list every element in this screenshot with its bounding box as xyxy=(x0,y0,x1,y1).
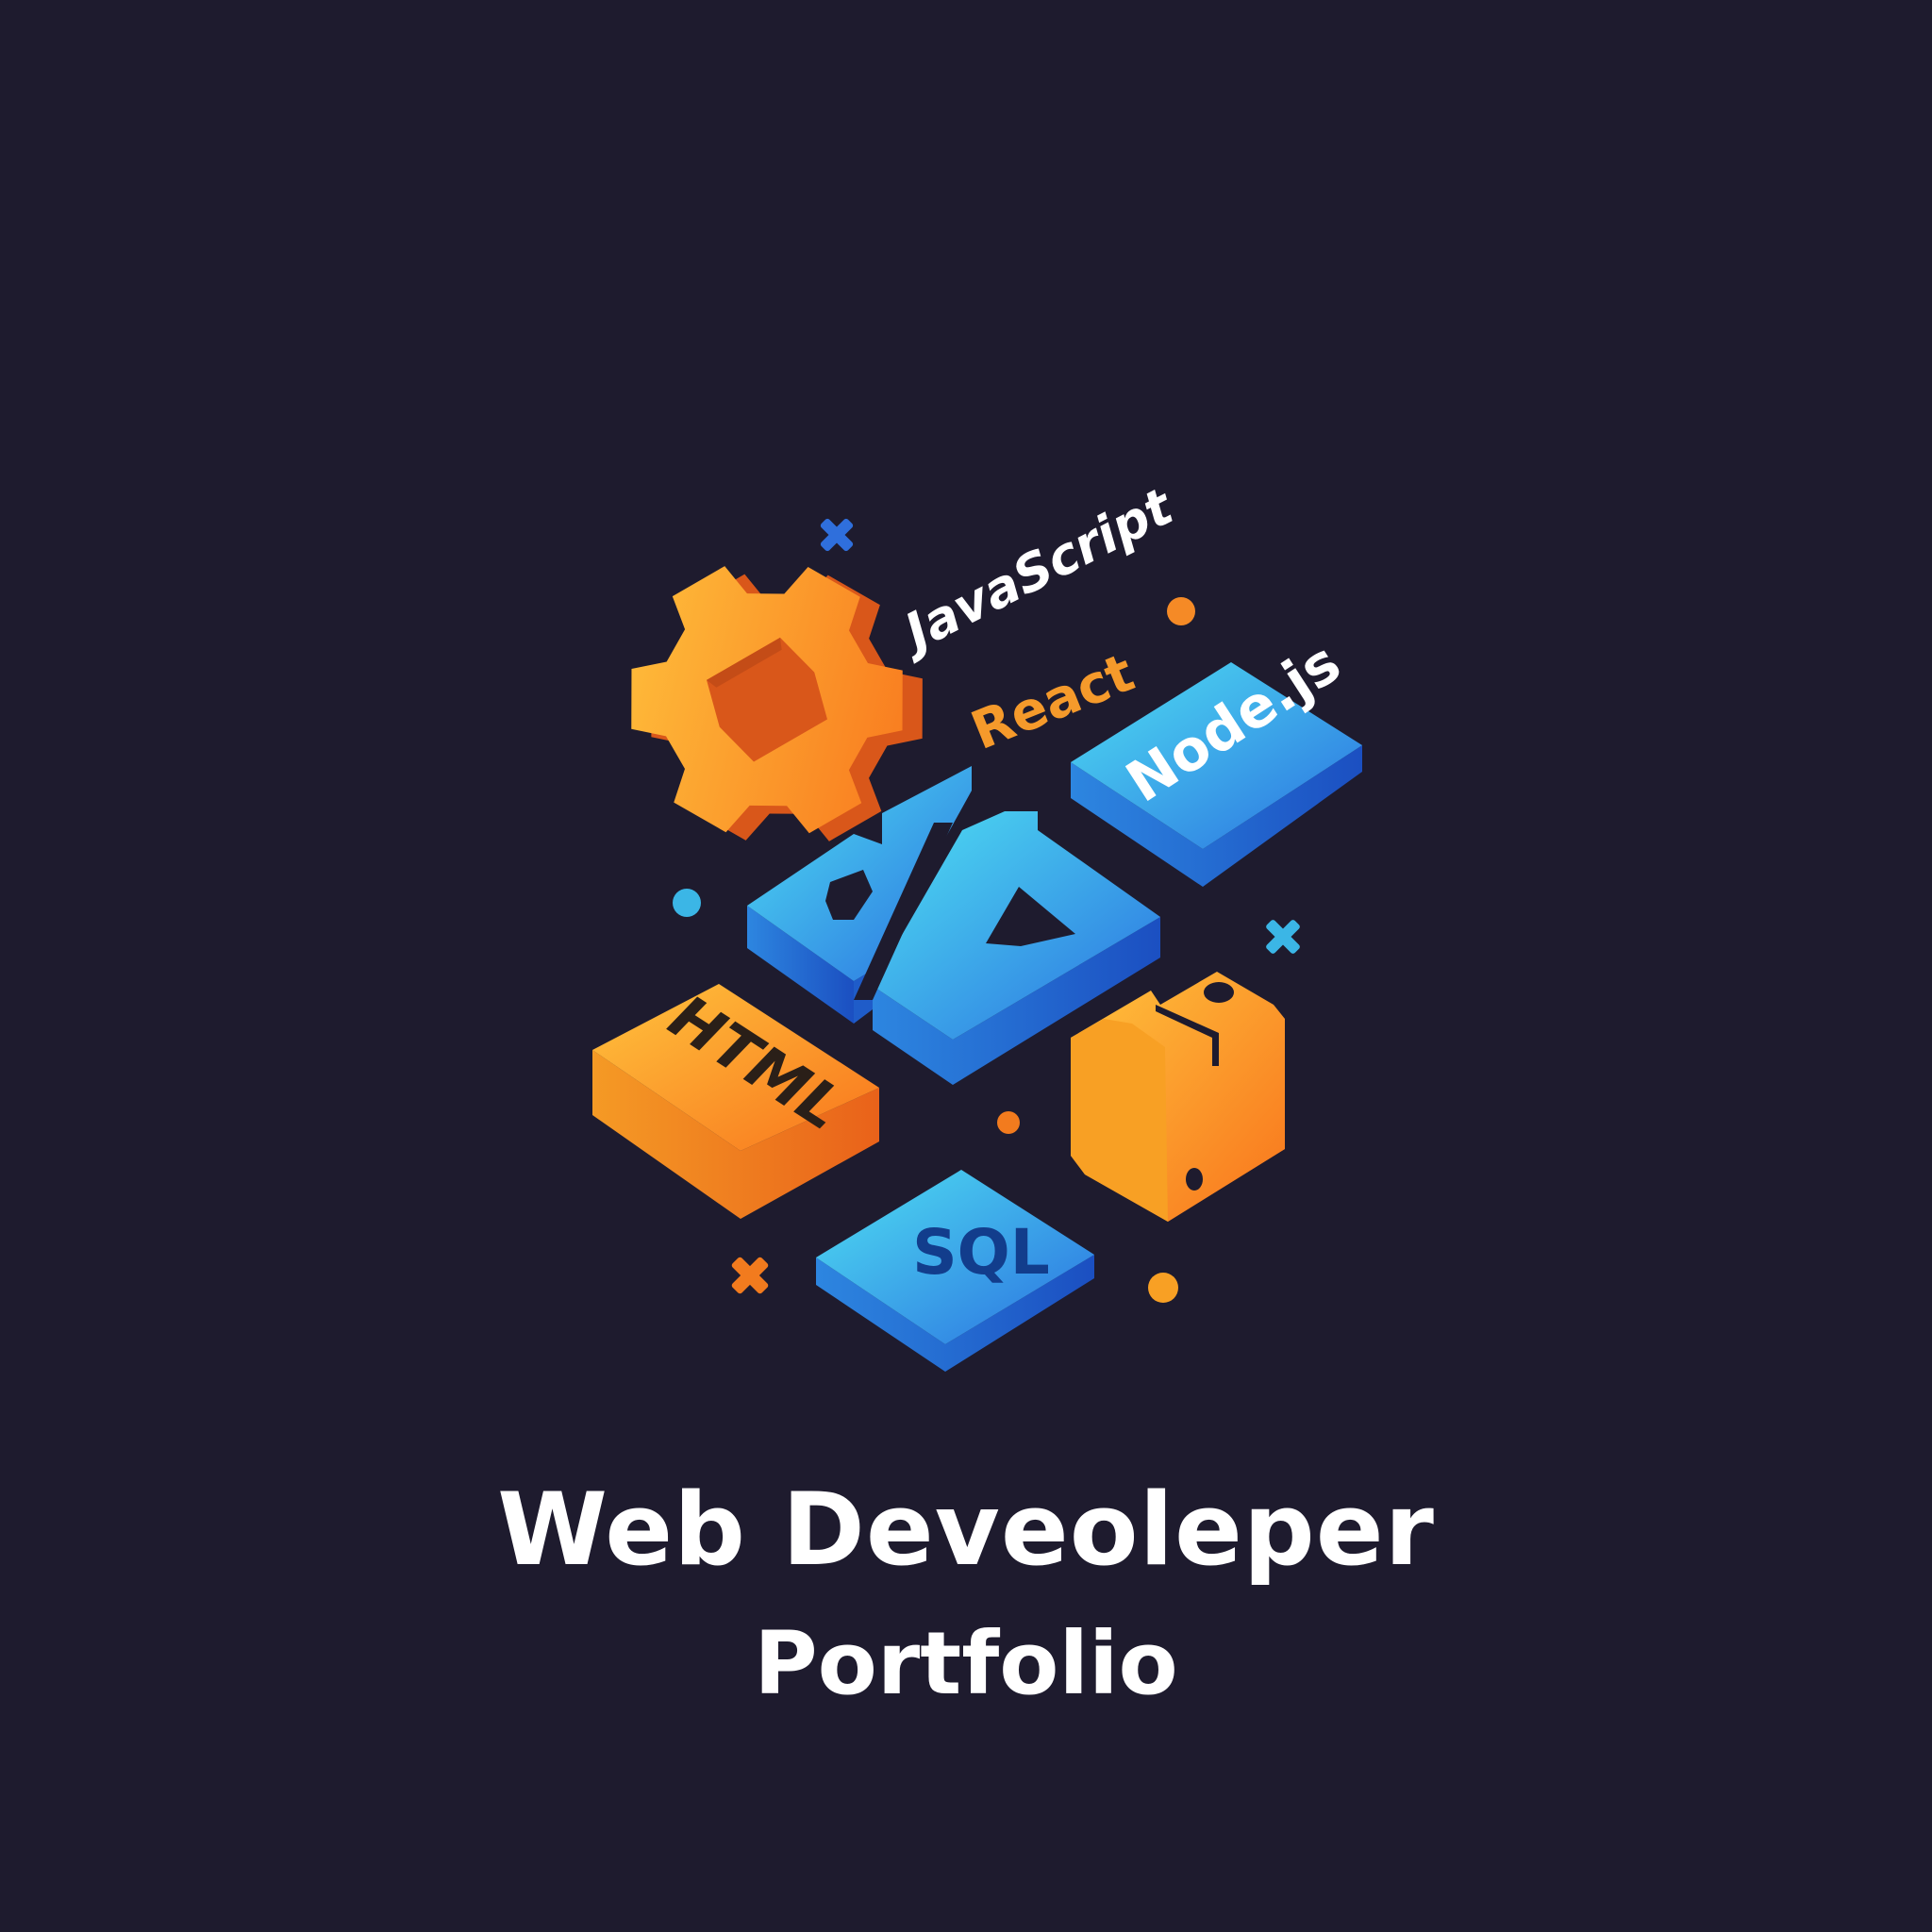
sparkle-cross-icon xyxy=(820,518,854,552)
dot-icon xyxy=(673,889,701,917)
sparkle-cross-icon xyxy=(1266,920,1300,954)
javascript-label: JavaScript xyxy=(888,475,1184,665)
sql-block: SQL xyxy=(816,1170,1094,1372)
page-subtitle: Portfolio xyxy=(754,1613,1178,1714)
python-logo-icon xyxy=(1071,972,1285,1222)
dot-icon xyxy=(1167,597,1195,625)
sql-label: SQL xyxy=(912,1216,1050,1289)
page-title: Web Deveoleper xyxy=(497,1472,1435,1588)
dot-icon xyxy=(997,1111,1020,1134)
sparkle-cross-icon xyxy=(731,1257,769,1294)
dot-icon xyxy=(1148,1273,1178,1303)
html-block: HTML xyxy=(592,982,879,1219)
